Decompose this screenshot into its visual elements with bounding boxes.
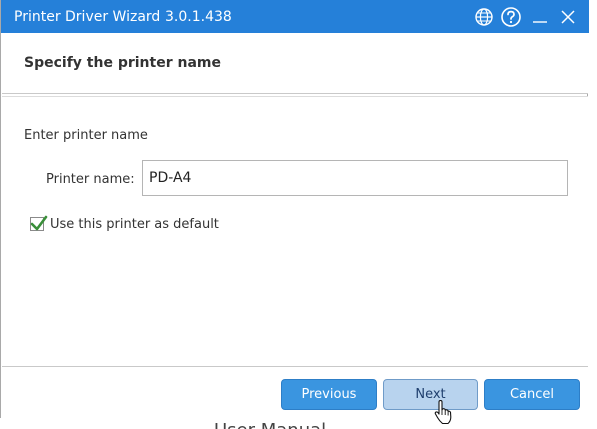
printer-name-input[interactable] — [142, 160, 568, 196]
checkbox-label: Use this printer as default — [50, 216, 219, 232]
screen: Printer Driver Wizard 3.0.1.438 Specify … — [0, 0, 597, 429]
checkbox-box[interactable] — [30, 215, 48, 231]
default-printer-checkbox[interactable]: Use this printer as default — [30, 214, 219, 234]
wizard-footer: Previous Next Cancel — [2, 366, 588, 418]
version-label: 3.0.1.438 — [165, 9, 232, 25]
hand-cursor-icon — [434, 400, 452, 425]
background-document: User Manual — [0, 418, 597, 429]
help-icon[interactable] — [499, 5, 523, 29]
globe-icon[interactable] — [472, 5, 496, 29]
close-icon[interactable] — [556, 5, 580, 29]
title-bar: Printer Driver Wizard 3.0.1.438 — [1, 0, 589, 33]
previous-button[interactable]: Previous — [281, 379, 377, 410]
section-label: Enter printer name — [24, 128, 148, 143]
next-button[interactable]: Next — [383, 379, 478, 410]
printer-name-label: Printer name: — [46, 172, 135, 187]
wizard-window: Printer Driver Wizard 3.0.1.438 Specify … — [0, 0, 589, 418]
wizard-header: Specify the printer name — [2, 33, 588, 94]
window-title: Printer Driver Wizard — [14, 9, 161, 25]
page-title: Specify the printer name — [24, 55, 221, 71]
background-text: User Manual — [214, 421, 326, 429]
checkmark-icon — [30, 215, 48, 231]
minimize-icon[interactable] — [528, 5, 552, 29]
cancel-button[interactable]: Cancel — [484, 379, 580, 410]
wizard-content: Enter printer name Printer name: Use thi… — [2, 96, 588, 366]
